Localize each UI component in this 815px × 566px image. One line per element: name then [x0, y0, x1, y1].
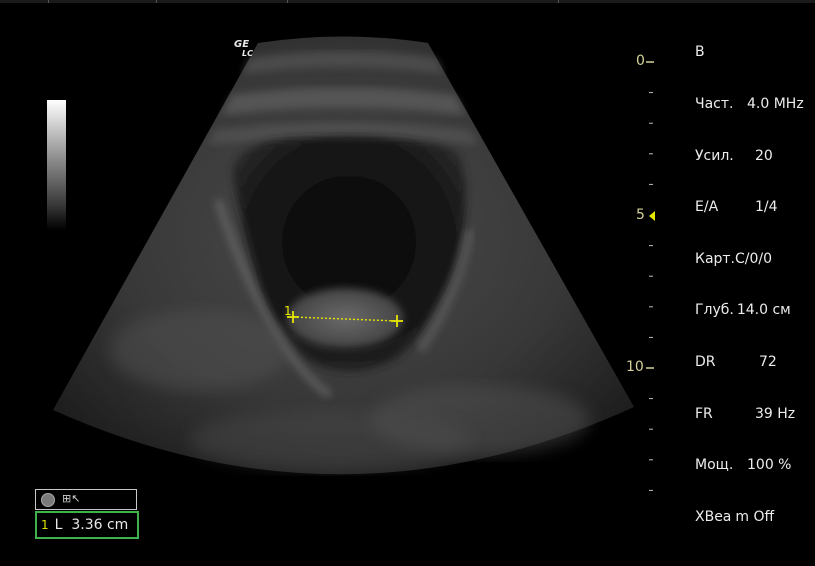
- measurement-value: 3.36 cm: [71, 517, 129, 533]
- ultrasound-image: 1: [53, 36, 634, 475]
- param-row: Усил. 20: [695, 147, 773, 164]
- depth-label-0: 0: [636, 53, 645, 69]
- depth-label-10: 10: [626, 359, 644, 375]
- parameter-panel: B Част. 4.0 MHz Усил. 20 E/A 1/4 Карт. C/0/0…: [695, 10, 804, 543]
- param-row: Глуб. 14.0 см: [695, 302, 791, 319]
- param-row: Част. 4.0 MHz: [695, 96, 804, 113]
- focus-marker-icon: [649, 211, 655, 221]
- measurement-toolbar: ⊞↖: [35, 489, 137, 510]
- mass-region: [287, 288, 403, 348]
- record-icon[interactable]: [41, 493, 55, 507]
- caliper-marker: 1: [284, 304, 292, 318]
- ge-logo: GE LC: [234, 39, 253, 59]
- param-row: FR 39 Hz: [695, 405, 796, 422]
- param-row: DR 72: [695, 354, 777, 371]
- grayscale-bar: [47, 100, 66, 230]
- depth-scale: 0 5 10: [600, 0, 660, 566]
- measurement-index: 1: [41, 518, 49, 532]
- mode-label: B: [695, 44, 705, 61]
- param-row: E/A 1/4: [695, 199, 778, 216]
- param-row: Карт. C/0/0: [695, 250, 773, 267]
- param-row: Мощ. 100 %: [695, 457, 792, 474]
- param-row: XBea m Off: [695, 508, 775, 525]
- measurement-panel: ⊞↖ 1L 3.36 cm: [35, 489, 139, 539]
- caliper-icon[interactable]: ⊞↖: [62, 492, 80, 505]
- depth-label-5: 5: [636, 207, 645, 223]
- measurement-result: 1L 3.36 cm: [35, 511, 139, 539]
- measurement-type: L: [54, 517, 63, 533]
